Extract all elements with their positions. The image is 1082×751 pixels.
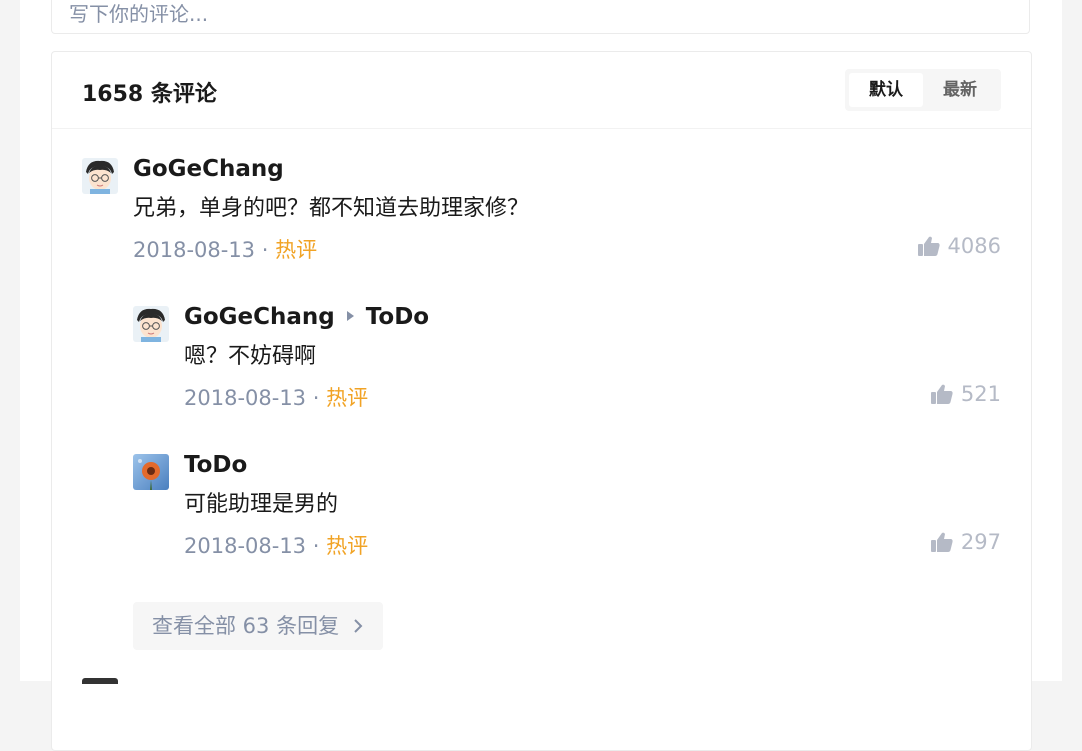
like-count: 297 (960, 530, 1001, 554)
author-line: ToDo (184, 452, 247, 482)
hot-comment-tag: 热评 (326, 534, 369, 558)
comment-date: 2018-08-13 (184, 386, 307, 410)
comment-item: GoGeChang 兄弟，单身的吧？都不知道去助理家修？ 2018-08-13 … (82, 156, 1001, 268)
comment-date: 2018-08-13 (184, 534, 307, 558)
comments-header: 1658 条评论 默认 最新 (52, 52, 1031, 129)
thumbs-up-icon (930, 532, 953, 552)
cartoon-avatar-icon (133, 306, 169, 342)
comment-editor-placeholder: 写下你的评论... (69, 2, 209, 26)
avatar[interactable] (133, 306, 169, 342)
page-column: 写下你的评论... 1658 条评论 默认 最新 GoGeChang 兄弟，单身… (20, 0, 1062, 751)
author-name[interactable]: GoGeChang (184, 304, 335, 330)
hot-comment-tag: 热评 (326, 386, 369, 410)
author-line: GoGeChang ToDo (184, 304, 429, 334)
comment-date: 2018-08-13 (133, 238, 256, 262)
thumbs-up-icon (917, 236, 940, 256)
sort-default-button[interactable]: 默认 (849, 73, 923, 107)
next-comment-avatar (82, 678, 118, 684)
view-all-replies-button[interactable]: 查看全部 63 条回复 (133, 602, 383, 650)
meta-separator: · (306, 534, 327, 558)
reply-arrow-icon (346, 311, 354, 321)
comments-card: 1658 条评论 默认 最新 GoGeChang 兄弟，单身的吧？都不知道去助理… (51, 51, 1032, 751)
view-all-replies-label: 查看全部 63 条回复 (152, 614, 340, 638)
like-button[interactable]: 297 (930, 530, 1001, 554)
sort-latest-button[interactable]: 最新 (923, 73, 997, 107)
like-count: 4086 (947, 234, 1001, 258)
thumbs-up-icon (930, 384, 953, 404)
meta-separator: · (255, 238, 276, 262)
comment-text: 嗯？不妨碍啊 (184, 344, 317, 369)
comment-meta: 2018-08-13 · 热评 (184, 382, 368, 412)
avatar[interactable] (133, 454, 169, 490)
meta-separator: · (306, 386, 327, 410)
reply-item: GoGeChang ToDo 嗯？不妨碍啊 2018-08-13 · 热评 521 (133, 304, 1001, 416)
comment-text: 兄弟，单身的吧？都不知道去助理家修？ (133, 196, 530, 221)
avatar[interactable] (82, 158, 118, 194)
comment-editor[interactable]: 写下你的评论... (51, 0, 1030, 34)
reply-item: ToDo 可能助理是男的 2018-08-13 · 热评 297 (133, 452, 1001, 564)
author-name[interactable]: GoGeChang (133, 156, 284, 182)
reply-to-name[interactable]: ToDo (366, 304, 429, 330)
author-name[interactable]: ToDo (184, 452, 247, 478)
like-count: 521 (960, 382, 1001, 406)
cartoon-avatar-icon (82, 158, 118, 194)
hot-comment-tag: 热评 (275, 238, 318, 262)
like-button[interactable]: 4086 (917, 234, 1001, 258)
sort-switch: 默认 最新 (845, 69, 1001, 111)
comment-meta: 2018-08-13 · 热评 (133, 234, 317, 264)
comment-count: 1658 条评论 (82, 82, 217, 107)
author-line: GoGeChang (133, 156, 284, 186)
comment-text: 可能助理是男的 (184, 492, 339, 517)
flower-avatar-icon (133, 454, 169, 490)
like-button[interactable]: 521 (930, 382, 1001, 406)
chevron-right-icon (352, 602, 364, 650)
comment-meta: 2018-08-13 · 热评 (184, 530, 368, 560)
